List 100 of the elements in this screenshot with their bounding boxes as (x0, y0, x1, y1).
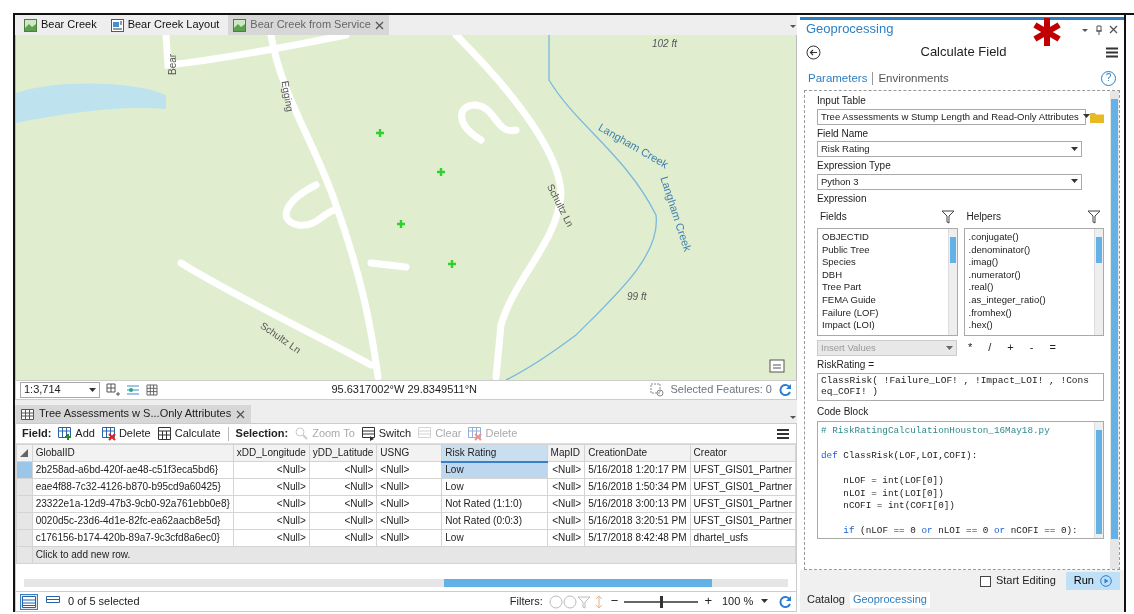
field-label: Code Block (817, 405, 870, 418)
pin-icon[interactable] (1095, 24, 1103, 35)
table-cell: <Null> (547, 478, 585, 496)
operator-button[interactable]: * (963, 341, 978, 355)
map-label: 102 ft (652, 37, 678, 49)
table-tab[interactable]: Tree Assessments w S...Only Attributes (15, 405, 252, 423)
snapping-icon[interactable] (126, 383, 140, 397)
operator-button[interactable]: + (1002, 341, 1019, 355)
asterisk-icon (1032, 17, 1062, 47)
magnifier-icon (295, 426, 310, 441)
filter-icons-drawing (548, 594, 605, 609)
table-cell: Low (441, 478, 548, 496)
operator-button[interactable]: = (1044, 341, 1061, 355)
grid-icon[interactable] (146, 384, 158, 396)
slider-thumb[interactable] (660, 595, 664, 608)
grid-plus-icon[interactable] (106, 383, 120, 397)
operator-button[interactable]: / (983, 341, 997, 355)
zoom-out-button[interactable]: − (610, 593, 619, 610)
toolbar-button[interactable]: Delete (101, 426, 151, 441)
run-button[interactable]: Run (1065, 572, 1120, 591)
table-cell: c176156-b174-420b-89a7-9c3cfd8a6ec0} (32, 529, 234, 547)
point-marker-icon (395, 218, 407, 230)
expression-field[interactable]: ClassRisk( !Failure_LOF! , !Impact_LOI! , !Conseq_COFI! ) (817, 372, 1104, 401)
caret-icon (1071, 179, 1078, 184)
pane-tab[interactable]: Geoprocessing (849, 592, 930, 608)
field-label: Expression Type (817, 160, 892, 173)
table-cell: <Null> (233, 529, 310, 547)
menu-icon[interactable] (1106, 46, 1118, 58)
close-icon[interactable] (236, 409, 246, 419)
code-block-field[interactable]: # RiskRatingCalculationHouston_16May18.py def ClassRisk(LOF,LOI,COFI): nLOF = int(LOF[0]) nLOI = int(LOI[0]) nCOFI = int(COFI[0]) if (nLOF == 0 or nLOI == 0 or nCOFI == 0): (817, 421, 1104, 539)
filter-icon[interactable] (1087, 210, 1101, 224)
column-header[interactable]: yDD_Latitude (309, 444, 377, 462)
list-item[interactable]: .numerator() (968, 268, 1090, 282)
column-header[interactable]: CreationDate (584, 444, 691, 462)
table-cell: <Null> (309, 461, 377, 479)
zoom-in-button[interactable]: + (704, 593, 712, 610)
column-header[interactable]: Creator (690, 444, 796, 462)
table-cell: <Null> (309, 478, 377, 496)
list-item[interactable]: Tree Part (822, 281, 944, 294)
scale-dropdown[interactable]: 1:3,714 (20, 382, 100, 398)
table-cell: 5/16/2018 1:20:17 PM (584, 461, 691, 479)
pane-tab[interactable]: Catalog (804, 592, 848, 608)
field-label: Input Table (817, 95, 867, 108)
panel-tab[interactable]: Environments (878, 71, 949, 86)
map-tab[interactable]: Bear Creek (19, 15, 102, 35)
list-item[interactable]: .denominator() (968, 243, 1090, 257)
toolbar-button[interactable]: Add (58, 426, 95, 441)
column-header[interactable]: xDD_Longitude (233, 444, 310, 462)
dropdown[interactable]: Risk Rating (817, 141, 1082, 157)
list-item[interactable]: .hex() (968, 319, 1090, 332)
table-cell: UFST_GIS01_Partner (690, 478, 796, 496)
corner-triangle-icon (20, 449, 28, 457)
list-item[interactable]: .as_integer_ratio() (968, 293, 1090, 307)
refresh-icon[interactable] (778, 383, 792, 397)
toolbar-button[interactable]: Calculate (157, 426, 221, 441)
start-editing-checkbox[interactable]: Start Editing (979, 574, 1056, 589)
code-line: nLOI = int(LOI[0]) (842, 487, 945, 500)
column-header[interactable]: USNG (376, 444, 442, 462)
filter-icon[interactable] (940, 210, 955, 224)
refresh-icon[interactable] (778, 594, 792, 609)
dropdown[interactable]: Python 3 (817, 173, 1082, 190)
selection-count: 0 of 5 selected (68, 594, 140, 609)
table-cell: dhartel_usfs (690, 529, 796, 547)
table-cell: eae4f88-7c32-4126-b870-b95cd9a60425} (32, 478, 234, 496)
table-cell: <Null> (376, 478, 442, 496)
close-icon[interactable] (1109, 25, 1118, 34)
list-item[interactable]: FEMA Guide (822, 293, 944, 307)
list-item[interactable]: .fromhex() (968, 306, 1090, 320)
layers-icon[interactable] (769, 359, 785, 373)
caret-icon (946, 345, 953, 351)
view-button[interactable] (20, 593, 38, 610)
column-header[interactable]: MapID (547, 444, 585, 462)
list-item[interactable]: .imag() (968, 256, 1090, 269)
list-item[interactable]: Public Tree (822, 243, 944, 257)
table-cell: Not Rated (0:0:3) (441, 512, 548, 530)
table-cell: 2b258ad-a6bd-420f-ae48-c51f3eca5bd6} (32, 461, 234, 479)
panel-title: Geoprocessing (806, 21, 894, 38)
list-item[interactable]: .conjugate() (968, 231, 1090, 244)
caret-icon (89, 387, 96, 393)
back-icon[interactable] (806, 44, 821, 60)
layout-icon (110, 18, 124, 32)
list-item[interactable]: Species (822, 256, 944, 269)
list-item[interactable]: OBJECTID (822, 231, 944, 244)
list-item[interactable]: Failure (LOF) (822, 306, 944, 320)
map-icon (233, 18, 247, 32)
table-cell: 5/16/2018 3:00:13 PM (584, 495, 691, 513)
list-item[interactable]: Impact (LOI) (822, 319, 944, 332)
map-tab[interactable]: Bear Creek from Service (228, 15, 389, 35)
menu-icon[interactable] (776, 427, 790, 440)
map-tab[interactable]: Bear Creek Layout (105, 15, 225, 35)
column-header[interactable]: Risk Rating (441, 444, 548, 462)
close-icon[interactable] (374, 20, 384, 30)
field-label: RiskRating = (817, 359, 875, 372)
list-item[interactable]: .real() (968, 281, 1090, 294)
panel-tab[interactable]: Parameters (808, 71, 868, 86)
field-label: Expression (817, 192, 868, 205)
column-header[interactable]: GlobalID (32, 444, 234, 462)
toolbar-button[interactable]: Switch (361, 426, 412, 441)
list-item[interactable]: DBH (822, 268, 944, 282)
operator-button[interactable]: - (1024, 341, 1039, 355)
